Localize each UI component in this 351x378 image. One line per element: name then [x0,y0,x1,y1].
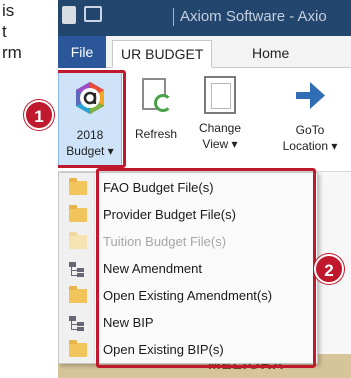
folder-icon [69,286,87,303]
folder-icon [69,232,87,249]
change-view-label-2: View ▾ [202,137,238,151]
arrow-right-icon [293,76,327,116]
tab-file[interactable]: File [58,36,106,68]
tab-home[interactable]: Home [244,40,297,68]
hierarchy-icon [69,316,85,332]
folder-icon [69,205,87,222]
doc-text-line: t [2,22,7,41]
app-icon[interactable] [62,6,76,24]
callout-badge-1: 1 [24,100,54,130]
title-bar: Axiom Software - Axio [58,0,351,36]
goto-location-button[interactable]: GoTo Location ▾ [270,72,350,168]
refresh-button[interactable]: Refresh [124,72,188,168]
title-separator [173,8,174,26]
goto-label-1: GoTo [295,123,325,137]
view-icon [204,76,236,114]
axiom-window: Axiom Software - Axio File UR BUDGET Hom… [58,0,351,378]
refresh-icon [138,76,174,116]
hierarchy-icon [69,262,85,278]
callout-badge-2: 2 [314,254,344,284]
change-view-button[interactable]: Change View ▾ [188,72,252,168]
change-view-label-1: Change [198,121,242,135]
refresh-label: Refresh [134,127,178,141]
highlight-box-budget [58,70,126,168]
ribbon-tabs: File UR BUDGET Home [58,36,351,68]
doc-text-line: rm [2,43,22,62]
doc-text-line: is [2,1,15,20]
folder-icon [69,178,87,195]
background-doc-text: is t rm [0,0,60,63]
folder-icon [69,340,87,357]
window-title: Axiom Software - Axio [180,8,327,25]
save-icon[interactable] [84,6,102,22]
highlight-box-menu [96,168,316,368]
goto-label-2: Location ▾ [282,139,338,153]
tab-ur-budget[interactable]: UR BUDGET [112,40,213,68]
